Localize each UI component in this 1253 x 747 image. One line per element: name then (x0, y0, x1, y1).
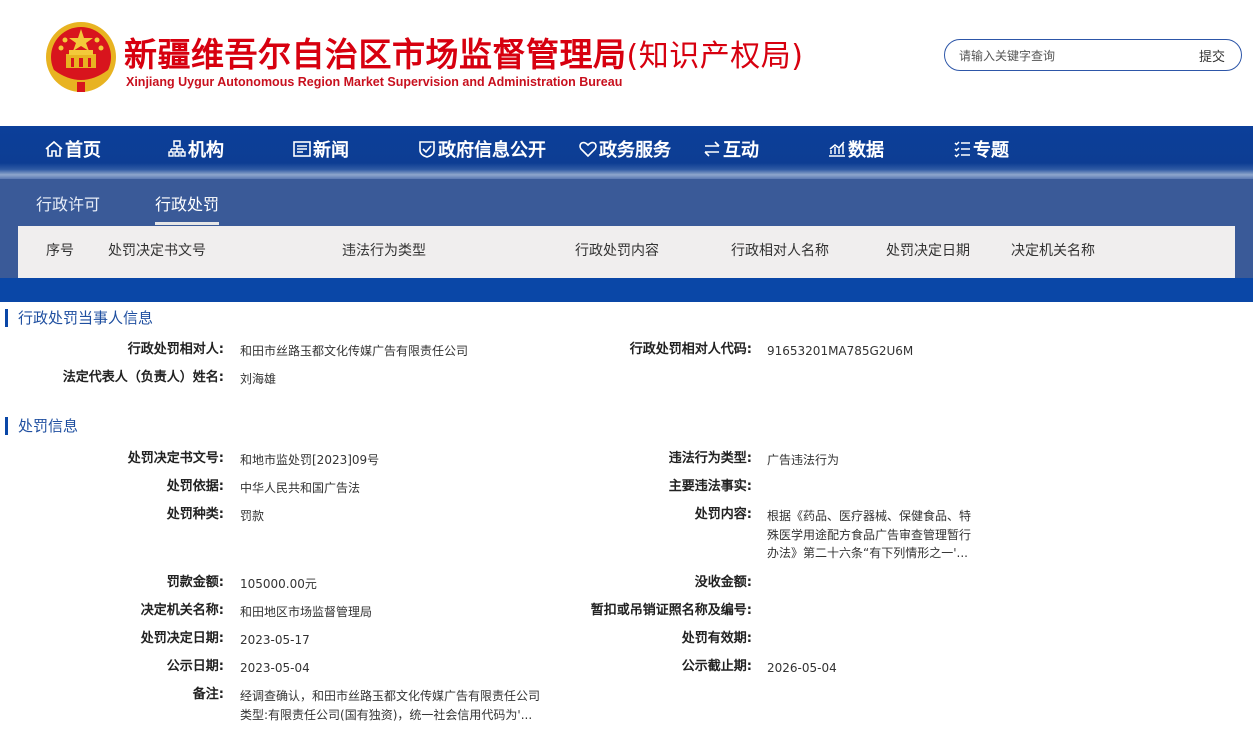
nav-item-label: 首页 (65, 140, 101, 161)
exchange-arrows-icon (704, 141, 720, 157)
party-name-value: 和田市丝路玉都文化传媒广告有限责任公司 (240, 344, 469, 358)
nav-item-org[interactable]: 机构 (167, 136, 224, 162)
decision-date-value: 2023-05-17 (240, 633, 310, 647)
publish-end-label: 公示截止期: (681, 659, 752, 674)
site-title-main: 新疆维吾尔自治区市场监督管理局 (124, 35, 627, 74)
shield-check-icon (419, 141, 435, 158)
main-nav: 首页 机构 新闻 政府信息公开 政务服务 互动 数据 专题 (0, 126, 1253, 179)
nav-item-label: 新闻 (313, 140, 349, 161)
validity-label: 处罚有效期: (681, 631, 752, 646)
remark-label: 备注: (192, 687, 224, 702)
nav-item-label: 互动 (723, 140, 759, 161)
decision-date-label: 处罚决定日期: (140, 631, 224, 646)
penalty-section-heading: 处罚信息 (5, 417, 78, 435)
list-icon (954, 141, 970, 158)
category-value: 罚款 (240, 509, 265, 523)
publish-date-value: 2023-05-04 (240, 661, 310, 675)
column-header: 行政处罚内容 (575, 243, 659, 259)
nav-item-gov-info[interactable]: 政府信息公开 (417, 136, 546, 162)
content-value: 根据《药品、医疗器械、保健食品、特殊医学用途配方食品广告审查管理暂行办法》第二十… (767, 509, 972, 560)
search-box: 提交 (944, 39, 1242, 71)
nav-item-topics[interactable]: 专题 (952, 136, 1009, 162)
site-title-sub: (知识产权局) (626, 39, 804, 74)
active-tab-indicator (155, 222, 219, 225)
tab-admin-license[interactable]: 行政许可 (36, 191, 100, 215)
home-icon (45, 140, 63, 157)
site-title: 新疆维吾尔自治区市场监督管理局(知识产权局) (124, 28, 803, 76)
remark-value: 经调查确认，和田市丝路玉都文化传媒广告有限责任公司类型:有限责任公司(国有独资)… (240, 689, 541, 722)
search-submit-button[interactable]: 提交 (1199, 46, 1225, 65)
trend-chart-icon (829, 141, 845, 157)
column-header: 违法行为类型 (342, 243, 426, 259)
authority-label: 决定机关名称: (140, 603, 224, 618)
legal-rep-label: 法定代表人（负责人）姓名: (62, 370, 224, 385)
column-header: 处罚决定日期 (886, 243, 970, 259)
penalty-table: 序号 处罚决定书文号 违法行为类型 行政处罚内容 行政相对人名称 处罚决定日期 … (0, 226, 1253, 278)
doc-no-label: 处罚决定书文号: (127, 451, 224, 466)
detail-divider-bar (0, 278, 1253, 302)
column-header: 处罚决定书文号 (108, 243, 206, 259)
nav-item-label: 政府信息公开 (438, 140, 546, 161)
legal-rep-value: 刘海雄 (240, 372, 277, 386)
news-icon (293, 141, 311, 157)
party-section-heading: 行政处罚当事人信息 (5, 309, 153, 327)
violation-type-label: 违法行为类型: (668, 451, 752, 466)
column-header: 行政相对人名称 (731, 243, 829, 259)
nav-item-home[interactable]: 首页 (44, 136, 101, 162)
category-label: 处罚种类: (166, 507, 224, 522)
publish-date-label: 公示日期: (166, 659, 224, 674)
nav-item-label: 数据 (848, 140, 884, 161)
column-header: 序号 (46, 243, 74, 259)
table-header-row: 序号 处罚决定书文号 违法行为类型 行政处罚内容 行政相对人名称 处罚决定日期 … (18, 226, 1235, 278)
nav-item-data[interactable]: 数据 (827, 136, 884, 162)
confiscation-label: 没收金额: (694, 575, 752, 590)
site-title-en: Xinjiang Uygur Autonomous Region Market … (126, 75, 623, 89)
party-name-label: 行政处罚相对人: (127, 342, 224, 357)
content-label: 处罚内容: (694, 507, 752, 522)
nav-item-label: 专题 (973, 140, 1009, 161)
org-chart-icon (168, 140, 186, 157)
nav-item-interaction[interactable]: 互动 (702, 136, 759, 162)
heart-icon (579, 141, 597, 158)
search-input[interactable] (959, 46, 1169, 66)
basis-value: 中华人民共和国广告法 (240, 481, 361, 495)
site-header: 新疆维吾尔自治区市场监督管理局(知识产权局) Xinjiang Uygur Au… (0, 0, 1253, 126)
basis-label: 处罚依据: (166, 479, 224, 494)
fine-label: 罚款金额: (166, 575, 224, 590)
publish-end-value: 2026-05-04 (767, 661, 837, 675)
nav-item-label: 机构 (188, 140, 224, 161)
license-label: 暂扣或吊销证照名称及编号: (590, 603, 752, 618)
party-code-label: 行政处罚相对人代码: (629, 342, 752, 357)
nav-item-news[interactable]: 新闻 (292, 136, 349, 162)
tab-admin-penalty[interactable]: 行政处罚 (155, 191, 219, 215)
column-header: 决定机关名称 (1011, 243, 1095, 259)
doc-no-value: 和地市监处罚[2023]09号 (240, 453, 380, 467)
authority-value: 和田地区市场监督管理局 (240, 605, 373, 619)
fine-value: 105000.00元 (240, 577, 317, 591)
nav-item-services[interactable]: 政务服务 (578, 136, 671, 162)
party-code-value: 91653201MA785G2U6M (767, 344, 914, 358)
violation-type-value: 广告违法行为 (767, 453, 840, 467)
main-facts-label: 主要违法事实: (668, 479, 752, 494)
national-emblem-icon (46, 22, 116, 92)
tab-bar: 行政许可 行政处罚 (0, 179, 1253, 226)
nav-item-label: 政务服务 (599, 140, 671, 161)
